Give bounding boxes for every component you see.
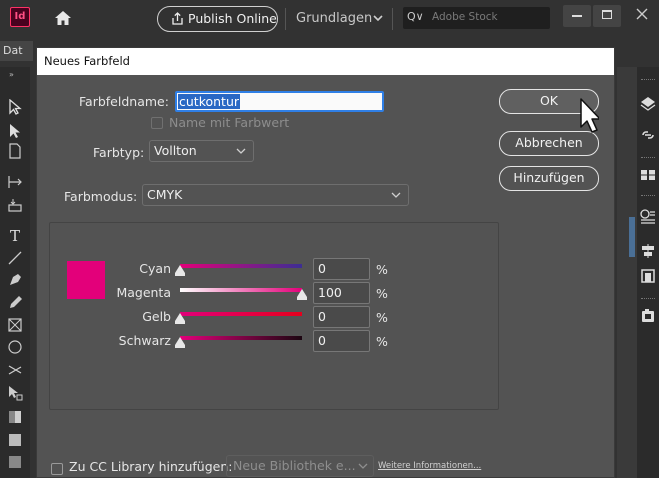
yellow-input[interactable]: 0	[313, 306, 370, 328]
add-to-cc-library-label: Zu CC Library hinzufügen:	[69, 459, 233, 474]
workspace-switcher-label[interactable]: Grundlagen	[296, 11, 372, 26]
panel-grip[interactable]	[641, 79, 655, 81]
search-icon: Q∨	[407, 10, 424, 23]
minimize-button[interactable]	[563, 5, 591, 27]
links-icon[interactable]	[640, 127, 656, 143]
selection-tool-icon[interactable]	[5, 97, 25, 117]
document-tab[interactable]: Dat	[0, 41, 33, 61]
color-mode-select[interactable]: CMYK	[142, 184, 409, 206]
black-unit: %	[376, 334, 388, 349]
pencil-tool-icon[interactable]	[5, 293, 25, 313]
color-mode-label: Farbmodus:	[64, 189, 138, 204]
color-type-select[interactable]: Vollton	[149, 140, 254, 162]
cyan-label: Cyan	[139, 261, 171, 276]
panel-grip[interactable]	[641, 298, 655, 300]
share-icon	[172, 12, 183, 25]
color-mode-value: CMYK	[147, 187, 183, 202]
minimize-icon	[572, 15, 582, 17]
yellow-slider-thumb[interactable]	[175, 313, 185, 324]
pen-tool-icon[interactable]	[5, 270, 25, 290]
chevron-down-icon	[236, 148, 246, 154]
color-preview-swatch	[67, 261, 105, 299]
content-collector-icon[interactable]	[5, 195, 25, 215]
app-bar: Id Publish Online Grundlagen Q∨ Adobe St…	[0, 0, 659, 36]
black-slider-thumb[interactable]	[175, 337, 185, 348]
color-type-value: Vollton	[154, 143, 197, 158]
name-with-color-value-checkbox[interactable]	[151, 117, 163, 129]
note-tool-icon[interactable]	[5, 452, 25, 472]
publish-online-button[interactable]: Publish Online	[157, 6, 278, 32]
scrollbar-thumb[interactable]	[629, 217, 635, 257]
yellow-slider[interactable]	[180, 312, 302, 316]
divider	[285, 8, 286, 30]
swatch-name-value: cutkontur	[178, 94, 241, 109]
divider	[392, 8, 393, 30]
document-area-edge	[617, 67, 637, 478]
layers-icon[interactable]	[640, 95, 656, 111]
maximize-button[interactable]	[593, 5, 621, 27]
swatch-name-label: Farbfeldname:	[79, 94, 169, 109]
scissors-tool-icon[interactable]	[5, 360, 25, 380]
type-tool-glyph: T	[9, 227, 20, 245]
rectangle-frame-tool-icon[interactable]	[5, 315, 25, 335]
stroke-icon[interactable]	[640, 208, 656, 224]
panel-grip[interactable]	[641, 157, 655, 159]
pages-icon[interactable]	[640, 167, 656, 183]
library-select[interactable]: Neue Bibliothek e...	[226, 455, 374, 477]
black-slider[interactable]	[180, 336, 302, 340]
direct-selection-tool-icon[interactable]	[5, 121, 25, 141]
collapse-panel-icon[interactable]: »	[9, 70, 14, 79]
yellow-label: Gelb	[142, 309, 171, 324]
gradient-tool-icon[interactable]	[5, 407, 25, 427]
mouse-cursor-icon	[580, 98, 599, 133]
home-icon[interactable]	[54, 9, 72, 27]
swatch-panel-icon[interactable]	[640, 268, 656, 284]
cyan-unit: %	[376, 262, 388, 277]
page-tool-icon[interactable]	[5, 141, 25, 161]
chevron-down-icon[interactable]	[372, 12, 384, 24]
swatch-name-input[interactable]: cutkontur	[175, 91, 384, 112]
magenta-slider-thumb[interactable]	[297, 289, 307, 300]
add-to-cc-library-checkbox[interactable]	[51, 463, 63, 475]
close-icon	[636, 8, 648, 20]
adobe-stock-search[interactable]: Q∨ Adobe Stock	[403, 7, 550, 29]
panel-grip[interactable]	[641, 195, 655, 197]
free-transform-tool-icon[interactable]	[5, 383, 25, 403]
line-tool-icon[interactable]	[5, 248, 25, 268]
dialog-title: Neues Farbfeld	[37, 48, 614, 75]
cyan-input[interactable]: 0	[313, 258, 370, 280]
magenta-label: Magenta	[116, 285, 171, 300]
gap-tool-icon[interactable]	[5, 172, 25, 192]
yellow-unit: %	[376, 310, 388, 325]
ellipse-tool-icon[interactable]	[5, 337, 25, 357]
black-input[interactable]: 0	[313, 330, 370, 352]
type-tool-icon[interactable]: T	[5, 226, 25, 246]
close-window-button[interactable]	[627, 3, 657, 25]
publish-online-label: Publish Online	[188, 11, 277, 26]
gradient-feather-tool-icon[interactable]	[5, 430, 25, 450]
name-with-color-value-label: Name mit Farbwert	[169, 115, 290, 130]
magenta-unit: %	[376, 286, 388, 301]
indesign-logo: Id	[10, 7, 30, 27]
search-placeholder: Adobe Stock	[432, 11, 498, 23]
black-label: Schwarz	[118, 333, 171, 348]
new-swatch-dialog: Neues Farbfeld Farbfeldname: cutkontur N…	[36, 47, 615, 478]
align-icon[interactable]	[640, 243, 656, 259]
cyan-slider[interactable]	[180, 264, 302, 268]
maximize-icon	[602, 10, 612, 19]
cyan-slider-thumb[interactable]	[175, 265, 185, 276]
magenta-slider[interactable]	[180, 288, 302, 292]
chevron-down-icon	[358, 463, 368, 469]
add-button[interactable]: Hinzufügen	[499, 166, 599, 191]
magenta-input[interactable]: 100	[313, 282, 370, 304]
color-type-label: Farbtyp:	[93, 145, 145, 160]
chevron-down-icon	[391, 192, 401, 198]
cc-libraries-icon[interactable]	[640, 308, 656, 324]
more-info-link[interactable]: Weitere Informationen...	[378, 461, 481, 471]
